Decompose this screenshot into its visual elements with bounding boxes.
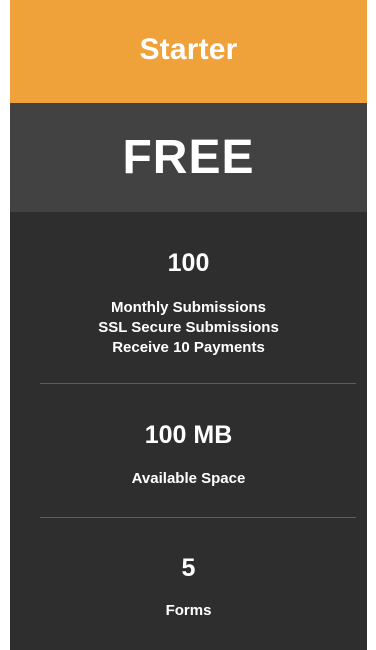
feature-value: 100 MB	[144, 421, 233, 449]
feature-forms: 5 Forms	[10, 553, 367, 621]
feature-line: Available Space	[131, 470, 246, 487]
feature-description: Monthly Submissions SSL Secure Submissio…	[10, 298, 367, 358]
feature-space: 100 MB Available Space	[10, 420, 367, 489]
plan-name: Starter	[139, 32, 238, 66]
feature-submissions: 100 Monthly Submissions SSL Secure Submi…	[10, 248, 367, 358]
price-band: FREE	[10, 103, 367, 212]
feature-line: Forms	[165, 602, 212, 619]
feature-value: 100	[167, 249, 210, 277]
feature-line: SSL Secure Submissions	[98, 319, 279, 336]
feature-list: 100 Monthly Submissions SSL Secure Submi…	[10, 212, 367, 650]
feature-description: Available Space	[10, 469, 367, 489]
feature-description: Forms	[10, 601, 367, 621]
pricing-card: Starter FREE 100 Monthly Submissions SSL…	[10, 0, 367, 650]
plan-price: FREE	[122, 131, 255, 184]
feature-line: Receive 10 Payments	[112, 339, 265, 356]
feature-divider	[40, 517, 356, 518]
feature-divider	[40, 383, 356, 384]
feature-line: Monthly Submissions	[110, 299, 266, 316]
feature-value: 5	[181, 554, 196, 582]
plan-header: Starter	[10, 0, 367, 103]
